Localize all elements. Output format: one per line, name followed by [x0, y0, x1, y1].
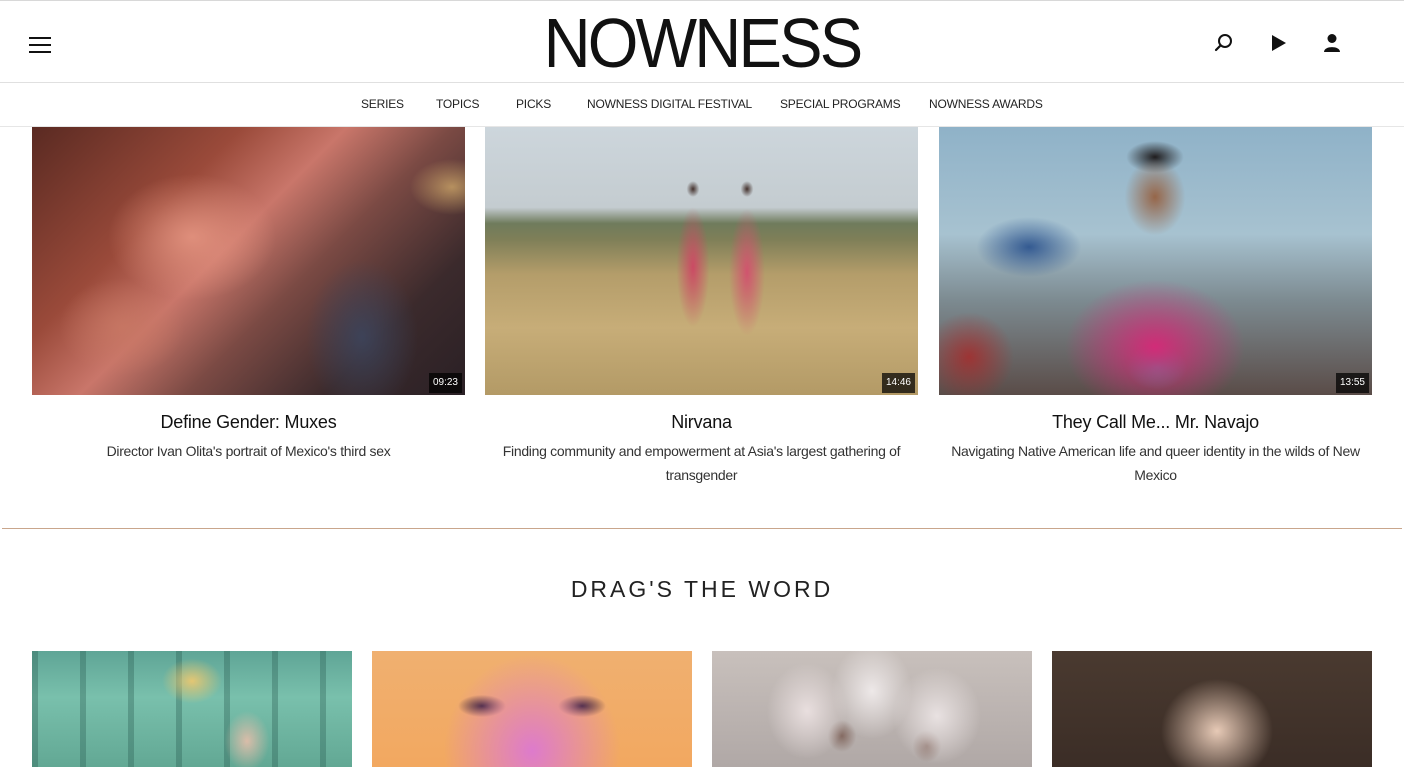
nav-item-awards[interactable]: NOWNESS AWARDS [929, 97, 1043, 111]
section-title: DRAG'S THE WORD [570, 576, 834, 602]
nav-item-special-programs[interactable]: SPECIAL PROGRAMS [780, 97, 901, 111]
nav-item-series[interactable]: SERIES [361, 97, 404, 111]
main-nav: SERIES TOPICS PICKS NOWNESS DIGITAL FEST… [0, 83, 1404, 127]
play-icon[interactable] [1267, 32, 1289, 54]
search-icon[interactable] [1213, 32, 1235, 54]
menu-icon[interactable] [29, 37, 51, 54]
video-thumbnail[interactable] [1052, 651, 1372, 767]
card-title[interactable]: They Call Me... Mr. Navajo [939, 412, 1372, 433]
nav-item-topics[interactable]: TOPICS [436, 97, 479, 111]
duration-badge: 14:46 [881, 373, 915, 393]
card-description: Finding community and empowerment at Asi… [502, 443, 901, 483]
video-thumbnail[interactable] [372, 651, 692, 767]
video-card[interactable]: 14:46 Nirvana Finding community and empo… [485, 127, 918, 487]
video-card[interactable]: 13:55 They Call Me... Mr. Navajo Navigat… [939, 127, 1372, 487]
user-icon[interactable] [1321, 32, 1343, 54]
card-title[interactable]: Define Gender: Muxes [32, 412, 465, 433]
section-divider [2, 528, 1402, 529]
card-description: Navigating Native American life and quee… [951, 443, 1360, 483]
card-title[interactable]: Nirvana [485, 412, 918, 433]
duration-badge: 13:55 [1335, 373, 1369, 393]
video-thumbnail[interactable] [32, 651, 352, 767]
card-description: Director Ivan Olita's portrait of Mexico… [106, 443, 391, 459]
video-thumbnail[interactable]: 13:55 [939, 127, 1372, 395]
nav-item-digital-festival[interactable]: NOWNESS DIGITAL FESTIVAL [587, 97, 752, 111]
site-logo[interactable]: NOWNESS [49, 5, 1355, 81]
video-thumbnail[interactable] [712, 651, 1032, 767]
video-thumbnail[interactable]: 14:46 [485, 127, 918, 395]
duration-badge: 09:23 [428, 373, 462, 393]
video-card[interactable]: 09:23 Define Gender: Muxes Director Ivan… [32, 127, 465, 463]
nav-item-picks[interactable]: PICKS [516, 97, 551, 111]
site-header: NOWNESS [0, 0, 1404, 83]
video-thumbnail[interactable]: 09:23 [32, 127, 465, 395]
